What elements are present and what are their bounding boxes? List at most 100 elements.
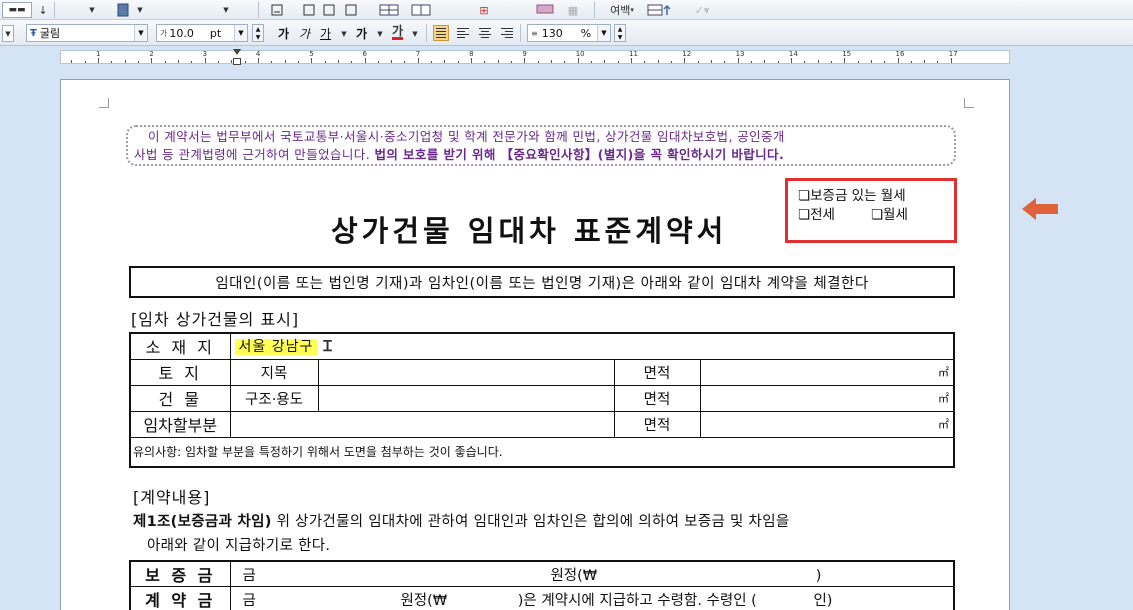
align-center-button[interactable] (477, 25, 493, 41)
ruler-tick (137, 61, 139, 63)
ruler-tick (644, 61, 646, 63)
font-size-spinner[interactable]: ▲ ▼ (252, 24, 264, 42)
ruler-tick (111, 61, 113, 63)
indent-marker-icon[interactable] (233, 49, 241, 55)
column-dropdown-icon[interactable]: ▼ (134, 2, 146, 18)
align-left-button[interactable] (455, 25, 471, 41)
ruler-label: 7 (415, 50, 421, 58)
notice-line-2: 사법 등 관계법령에 근거하여 만들었습니다. 법의 보호를 받기 위해 【중요… (134, 146, 948, 164)
horizontal-ruler[interactable]: 1 2 3 4 5 6 7 8 9 10 11 12 13 14 15 16 17 (60, 50, 1010, 64)
ruler-tick (71, 60, 73, 63)
line-spacing-select[interactable]: ≡ 130 % ▼ (527, 24, 611, 42)
ruler-tick (950, 58, 952, 63)
margin-label: 여백 (610, 4, 631, 17)
eraser-icon[interactable] (534, 1, 556, 17)
land-sub-label: 지목 (229, 358, 319, 386)
box-icon-2[interactable] (302, 2, 316, 18)
ruler-tick (684, 58, 686, 63)
option-jeonse[interactable]: ❏전세 (798, 206, 835, 225)
strike-button[interactable]: 가 (356, 24, 367, 42)
box-icon[interactable] (270, 2, 284, 18)
document-title: 상가건물 임대차 표준계약서 (331, 214, 728, 248)
insert-cell-icon[interactable]: ⊞ (476, 2, 492, 18)
strike-dropdown-icon[interactable]: ▼ (375, 26, 385, 42)
ruler-label: 14 (788, 50, 798, 58)
ruler-tick (244, 61, 246, 63)
ruler-tick (790, 58, 792, 63)
column-icon[interactable] (116, 2, 130, 18)
deposit-cell[interactable]: 금 원정(₩ ) (229, 560, 955, 587)
option-deposit-monthly[interactable]: ❏보증금 있는 월세 (798, 187, 944, 206)
ruler-tick (164, 61, 166, 63)
align-right-button[interactable] (499, 25, 515, 41)
align-justify-button[interactable] (433, 25, 449, 41)
document-page[interactable]: 이 계약서는 법무부에서 국토교통부·서울시·중소기업청 및 학계 전문가와 함… (60, 79, 1010, 610)
ruler-tick (604, 60, 606, 63)
dropdown-arrow-icon[interactable]: ↓ (36, 2, 50, 18)
ruler-tick (804, 61, 806, 63)
ruler-label: 8 (469, 50, 474, 58)
ruler-label: 11 (629, 50, 638, 58)
margin-button[interactable]: 여백 ▾ (604, 2, 640, 18)
font-name-dropdown-icon[interactable]: ▼ (134, 25, 147, 41)
table-row: 임차할부분 면적 ㎡ (129, 410, 955, 438)
table-icon[interactable] (410, 2, 432, 18)
underline-button[interactable]: 가 (320, 24, 331, 42)
ruler-tick (937, 61, 939, 63)
ruler-tick (444, 60, 446, 63)
article-1-text: 위 상가건물의 임대차에 관하여 임대인과 임차인은 합의에 의하여 보증금 및… (271, 514, 790, 530)
option-monthly[interactable]: ❏월세 (871, 206, 908, 225)
font-size-icon: 가 (160, 28, 168, 38)
deposit-close: ) (815, 567, 822, 584)
check-icon[interactable]: ✓▾ (688, 2, 716, 18)
notice-line-1: 이 계약서는 법무부에서 국토교통부·서울시·중소기업청 및 학계 전문가와 함… (148, 129, 785, 144)
ruler-tick (431, 61, 433, 63)
table-row: 토 지 지목 면적 ㎡ (129, 358, 955, 386)
leased-area-unit[interactable]: ㎡ (699, 410, 955, 438)
object-icon[interactable]: ▦ (562, 2, 584, 18)
font-color-button[interactable]: 가 (392, 24, 404, 40)
building-value-cell[interactable] (317, 384, 615, 412)
location-value-cell[interactable]: 서울 강남구 Ɪ (229, 332, 955, 360)
contract-type-options: ❏보증금 있는 월세 ❏전세 ❏월세 (785, 178, 957, 243)
land-area-unit[interactable]: ㎡ (699, 358, 955, 386)
underline-dropdown-icon[interactable]: ▼ (339, 26, 349, 42)
font-size-dropdown-icon[interactable]: ▼ (234, 25, 247, 41)
box-icon-4[interactable] (344, 2, 358, 18)
view-toggle-icon[interactable]: ▬▬ (2, 2, 32, 18)
article-1: 제1조(보증금과 차임) 위 상가건물의 임대차에 관하여 임대인과 임차인은 … (133, 510, 957, 558)
font-color-dropdown-icon[interactable]: ▼ (410, 26, 420, 42)
ruler-tick (217, 61, 219, 63)
layout-icon[interactable] (646, 2, 674, 18)
building-area-unit[interactable]: ㎡ (699, 384, 955, 412)
line-spacing-spinner[interactable]: ▲ ▼ (614, 24, 626, 42)
ruler-tick (511, 61, 513, 63)
ruler-tick (724, 61, 726, 63)
toolbar-row-1: ▬▬ ↓ ▼ ▼ ▼ ⊞ ▦ 여백 ▾ ✓▾ (0, 0, 1133, 20)
style-dropdown-icon[interactable]: ▼ (86, 2, 98, 18)
line-spacing-dropdown-icon[interactable]: ▼ (597, 25, 610, 41)
indent-marker-bottom-icon[interactable] (233, 58, 241, 65)
land-value-cell[interactable] (317, 358, 615, 386)
contract-deposit-cell[interactable]: 금 원정(₩ )은 계약시에 지급하고 수령함. 수령인 ( 인) (229, 586, 955, 610)
ruler-tick (377, 61, 379, 63)
italic-button[interactable]: 가 (299, 24, 310, 42)
bold-button[interactable]: 가 (278, 24, 289, 42)
box-icon-3[interactable] (322, 2, 336, 18)
ruler-tick (631, 58, 632, 63)
ruler-label: 10 (575, 50, 585, 58)
ruler-tick (884, 61, 886, 63)
font-size-value: 10.0 (169, 26, 194, 40)
page-dropdown-icon[interactable]: ▼ (220, 2, 232, 18)
ruler-label: 6 (362, 50, 367, 58)
ruler-tick (484, 61, 486, 63)
ruler-tick (817, 60, 819, 63)
font-size-select[interactable]: 가 10.0 pt ▼ (156, 24, 248, 42)
location-value[interactable]: 서울 강남구 (234, 339, 318, 356)
ruler-label: 9 (522, 50, 527, 58)
style-dropdown-arrow-icon[interactable]: ▼ (2, 25, 14, 42)
grid-icon[interactable] (378, 2, 400, 18)
leased-part-value-cell[interactable] (229, 410, 615, 438)
font-name-select[interactable]: Ŧ 굴림 ▼ (26, 24, 148, 42)
ruler-tick (857, 61, 859, 63)
